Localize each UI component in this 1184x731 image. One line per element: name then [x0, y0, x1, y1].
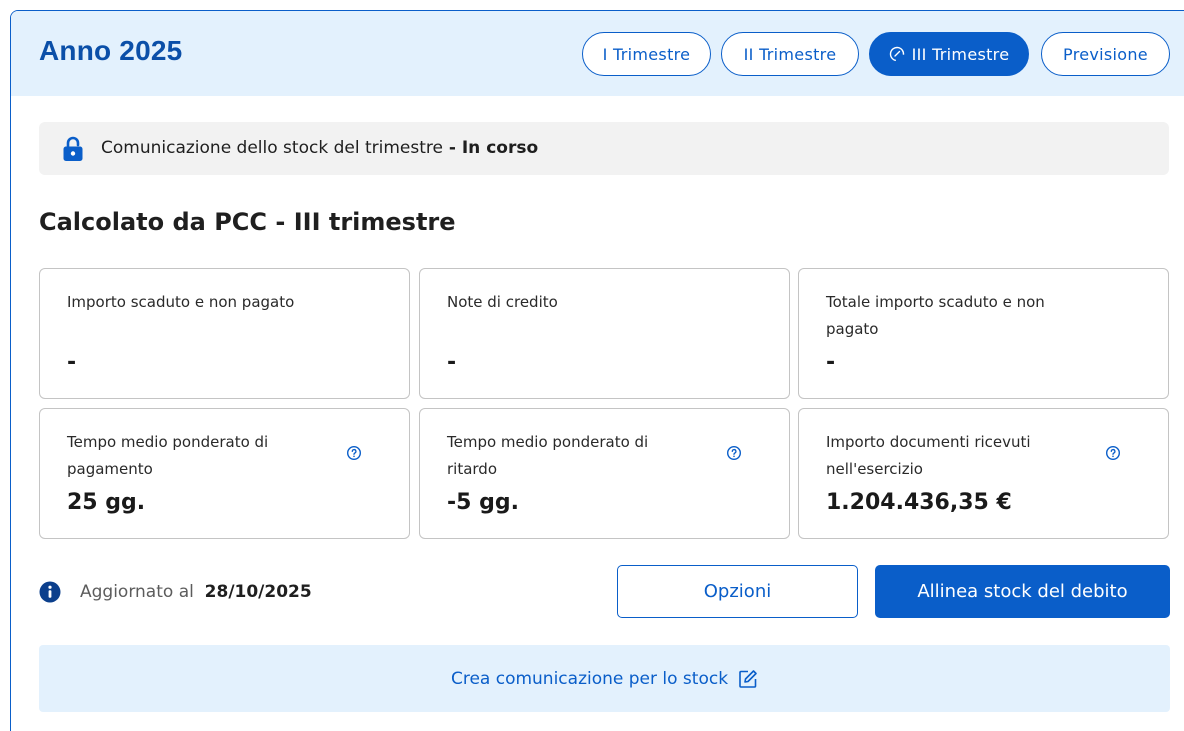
- card-label: Importo scaduto e non pagato: [67, 293, 295, 311]
- section-title: Calcolato da PCC - III trimestre: [39, 208, 456, 236]
- updated-date: 28/10/2025: [204, 582, 312, 602]
- communication-status: Comunicazione dello stock del trimestre …: [39, 122, 1169, 175]
- tab-iii-trimestre[interactable]: III Trimestre: [869, 32, 1029, 76]
- tab-label: II Trimestre: [743, 44, 837, 64]
- options-button[interactable]: Opzioni: [617, 565, 858, 618]
- year-title: Anno 2025: [39, 35, 183, 66]
- card-label: Note di credito: [447, 293, 558, 311]
- help-icon[interactable]: [346, 445, 362, 466]
- card-importo-documenti: Importo documenti ricevuti nell'esercizi…: [798, 408, 1169, 539]
- tab-label: III Trimestre: [911, 44, 1010, 64]
- stock-panel: Anno 2025 I Trimestre II Trimestre III T…: [10, 10, 1184, 731]
- tab-label: I Trimestre: [602, 44, 691, 64]
- status-text: Comunicazione dello stock del trimestre …: [101, 138, 538, 158]
- card-value: -: [826, 350, 836, 375]
- card-value: -5 gg.: [447, 490, 519, 515]
- lock-icon: [62, 136, 84, 167]
- help-icon[interactable]: [726, 445, 742, 466]
- card-value: 25 gg.: [67, 490, 146, 515]
- updated-row: Aggiornato al 28/10/2025: [39, 581, 312, 603]
- create-communication-button[interactable]: Crea comunicazione per lo stock: [39, 645, 1170, 712]
- info-icon: [39, 581, 61, 603]
- updated-text: Aggiornato al 28/10/2025: [80, 582, 312, 602]
- updated-label: Aggiornato al: [80, 582, 194, 602]
- card-tempo-ritardo: Tempo medio ponderato di ritardo -5 gg.: [419, 408, 790, 539]
- card-label: Totale importo scaduto e non pagato: [826, 293, 1045, 338]
- card-label: Tempo medio ponderato di pagamento: [67, 433, 269, 478]
- card-value: -: [67, 350, 77, 375]
- status-description: Comunicazione dello stock del trimestre: [101, 138, 443, 158]
- card-label: Tempo medio ponderato di ritardo: [447, 433, 649, 478]
- card-value: -: [447, 350, 457, 375]
- card-importo-scaduto: Importo scaduto e non pagato -: [39, 268, 410, 399]
- card-totale-scaduto: Totale importo scaduto e non pagato -: [798, 268, 1169, 399]
- create-communication-label: Crea comunicazione per lo stock: [450, 668, 729, 689]
- tab-ii-trimestre[interactable]: II Trimestre: [721, 32, 859, 76]
- card-note-credito: Note di credito -: [419, 268, 790, 399]
- status-separator: -: [442, 138, 462, 158]
- card-value: 1.204.436,35 €: [826, 490, 1012, 515]
- card-tempo-pagamento: Tempo medio ponderato di pagamento 25 gg…: [39, 408, 410, 539]
- status-state: In corso: [461, 138, 539, 158]
- card-label: Importo documenti ricevuti nell'esercizi…: [826, 433, 1031, 478]
- help-icon[interactable]: [1105, 445, 1121, 466]
- align-stock-button[interactable]: Allinea stock del debito: [875, 565, 1170, 618]
- panel-header: Anno 2025 I Trimestre II Trimestre III T…: [11, 11, 1184, 96]
- edit-icon: [738, 669, 758, 689]
- tab-label: Previsione: [1063, 44, 1148, 64]
- tab-i-trimestre[interactable]: I Trimestre: [582, 32, 711, 76]
- tab-previsione[interactable]: Previsione: [1041, 32, 1170, 76]
- gauge-icon: [889, 46, 905, 62]
